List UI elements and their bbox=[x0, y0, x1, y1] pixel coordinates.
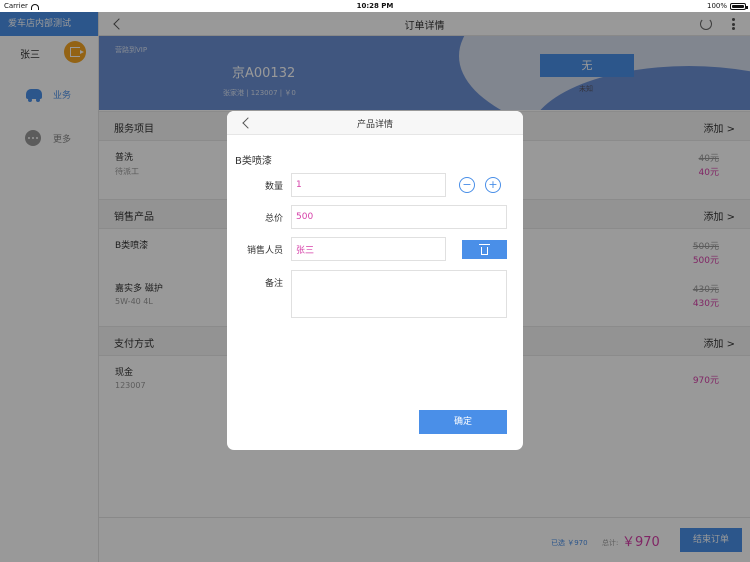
battery-icon bbox=[730, 2, 748, 10]
salesperson-input[interactable] bbox=[291, 237, 446, 261]
remark-label: 备注 bbox=[264, 279, 283, 289]
salesperson-label: 销售人员 bbox=[246, 246, 283, 256]
confirm-button[interactable]: 确定 bbox=[419, 410, 507, 434]
status-time: 10:28 PM bbox=[356, 2, 394, 10]
modal-header: 产品详情 bbox=[227, 111, 523, 135]
quantity-input[interactable] bbox=[291, 173, 446, 197]
battery-percent: 100% bbox=[706, 2, 727, 10]
status-battery: 100% bbox=[706, 0, 748, 12]
delete-salesperson-button[interactable] bbox=[462, 240, 507, 259]
remark-textarea[interactable] bbox=[291, 270, 507, 318]
total-price-label: 总价 bbox=[264, 214, 283, 224]
total-price-input[interactable] bbox=[291, 205, 507, 229]
quantity-increment-button[interactable]: + bbox=[485, 177, 501, 193]
product-detail-modal: 产品详情 B类喷漆 数量 − + 总价 销售人员 备注 确定 bbox=[227, 111, 523, 450]
trash-icon bbox=[479, 243, 490, 255]
quantity-label: 数量 bbox=[264, 182, 283, 192]
status-bar: Carrier 10:28 PM 100% bbox=[0, 0, 750, 12]
quantity-decrement-button[interactable]: − bbox=[459, 177, 475, 193]
modal-title: 产品详情 bbox=[356, 120, 393, 130]
product-name: B类喷漆 bbox=[235, 156, 272, 167]
